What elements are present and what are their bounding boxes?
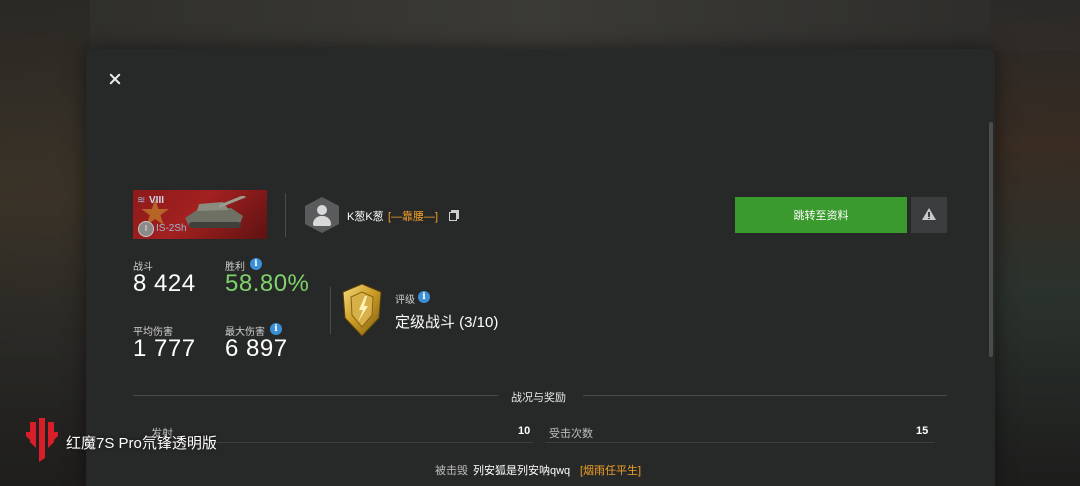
clan-tag[interactable]: [—靠腰—] xyxy=(388,208,438,224)
vehicle-banner: ★ ≋ VIII I IS-2Sh xyxy=(133,190,267,239)
vehicle-name: IS-2Sh xyxy=(156,223,187,234)
vehicle-tier: VIII xyxy=(149,195,165,206)
tank-image xyxy=(185,196,246,228)
max-damage-value: 6 897 xyxy=(225,335,288,362)
divider xyxy=(285,193,286,237)
rating-label: 评级 xyxy=(395,295,415,306)
shots-value: 10 xyxy=(518,425,531,437)
info-icon[interactable]: i xyxy=(270,323,282,335)
red-magic-logo-icon xyxy=(26,418,58,462)
section-title: 战况与奖励 xyxy=(511,392,566,404)
rating-value: 定级战斗 (3/10) xyxy=(395,314,499,331)
player-info-dialog xyxy=(86,49,995,486)
device-watermark: 红魔7S Pro氘锋透明版 xyxy=(66,435,217,452)
info-icon[interactable]: i xyxy=(250,258,262,270)
divider xyxy=(583,395,947,396)
goto-profile-button[interactable]: 跳转至资料 xyxy=(735,197,907,233)
background-blur-top xyxy=(0,0,1080,50)
gold-rank-shield-icon xyxy=(342,283,382,337)
background-blur-right xyxy=(990,0,1080,486)
killer-clan[interactable]: [烟雨任平生] xyxy=(580,462,641,478)
divider xyxy=(545,442,935,443)
avg-damage-value: 1 777 xyxy=(133,335,196,362)
divider xyxy=(330,287,331,334)
divider xyxy=(133,395,498,396)
info-icon[interactable]: i xyxy=(418,291,430,303)
killed-by-label: 被击毁 xyxy=(435,465,468,477)
mastery-badge: I xyxy=(138,221,154,237)
copy-icon[interactable] xyxy=(449,210,459,221)
close-icon[interactable] xyxy=(106,70,124,88)
report-button[interactable] xyxy=(911,197,947,233)
background-blur-left xyxy=(0,0,90,486)
winrate-value: 58.80% xyxy=(225,270,310,297)
hits-received-value: 15 xyxy=(916,425,929,437)
killer-name[interactable]: 列安狐是列安呐qwq xyxy=(473,462,570,478)
battles-value: 8 424 xyxy=(133,270,196,297)
hits-received-label: 受击次数 xyxy=(549,428,593,440)
scrollbar[interactable] xyxy=(989,122,993,357)
player-name: K葱K葱 xyxy=(347,211,384,223)
tier-chevron-icon: ≋ xyxy=(137,195,146,206)
